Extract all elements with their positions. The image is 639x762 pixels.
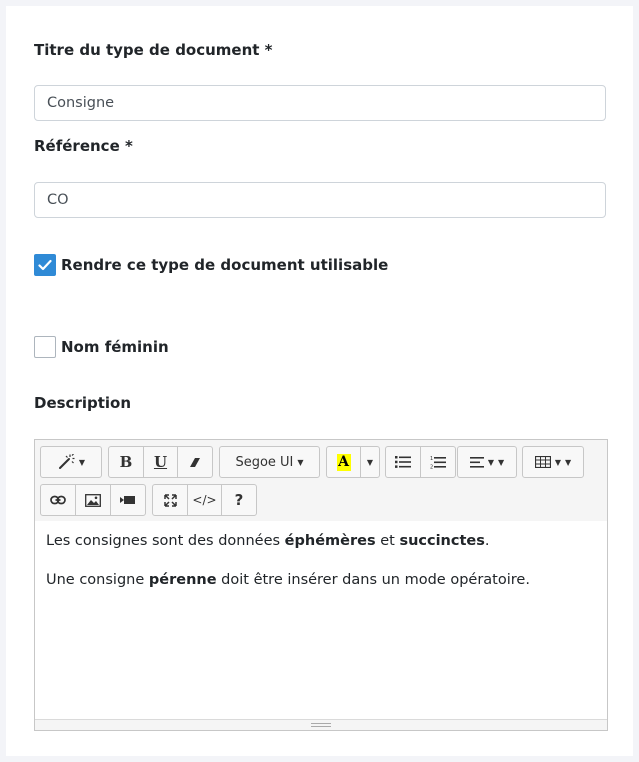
text-run: et [375, 533, 400, 549]
magic-wand-icon [58, 454, 75, 469]
chevron-down-icon: ▼ [565, 457, 572, 467]
editor-resize-handle[interactable] [35, 719, 607, 730]
text-run: . [484, 533, 490, 549]
bold-text: succinctes [399, 533, 485, 549]
check-icon [38, 259, 52, 271]
reference-input[interactable]: CO [34, 182, 606, 218]
text-color-button[interactable]: A [326, 446, 361, 478]
usable-label: Rendre ce type de document utilisable [61, 256, 389, 274]
font-family-dropdown[interactable]: Segoe UI ▼ [219, 446, 320, 478]
svg-text:2: 2 [430, 464, 433, 469]
help-button[interactable]: ? [221, 484, 257, 516]
chevron-down-icon: ▼ [297, 457, 304, 467]
chevron-down-icon: ▼ [366, 457, 374, 467]
video-icon [120, 496, 135, 504]
chevron-down-icon: ▼ [554, 457, 561, 467]
bold-text: pérenne [148, 572, 217, 588]
text-color-dropdown[interactable]: ▼ [360, 446, 380, 478]
insert-picture-button[interactable] [75, 484, 111, 516]
expand-icon [163, 493, 177, 507]
unordered-list-button[interactable] [385, 446, 421, 478]
reference-label: Référence * [34, 137, 133, 155]
editor-toolbar: ▼ B U Segoe UI ▼ A ▼ 1 2 ▼ ▼ ▼ ▼ </> ? [35, 440, 607, 521]
code-view-button[interactable]: </> [187, 484, 222, 516]
ordered-list-icon: 1 2 [430, 456, 446, 469]
title-input[interactable]: Consigne [34, 85, 606, 121]
svg-text:1: 1 [430, 456, 433, 462]
paragraph-align-dropdown[interactable]: ▼ ▼ [457, 446, 517, 478]
usable-checkbox-row[interactable]: Rendre ce type de document utilisable [34, 254, 388, 276]
underline-button[interactable]: U [143, 446, 178, 478]
insert-video-button[interactable] [110, 484, 146, 516]
usable-checkbox[interactable] [34, 254, 56, 276]
text-run: Une consigne [46, 572, 149, 588]
chevron-down-icon: ▼ [498, 457, 505, 467]
text-color-a-icon: A [336, 453, 351, 471]
rich-text-editor: ▼ B U Segoe UI ▼ A ▼ 1 2 ▼ ▼ ▼ ▼ </> ? L… [34, 439, 608, 731]
text-run: Les consignes sont des données [46, 533, 285, 549]
content-paragraph: Une consigne pérenne doit être insérer d… [46, 570, 596, 590]
document-type-form: Titre du type de document * Consigne Réf… [6, 6, 633, 756]
table-dropdown[interactable]: ▼ ▼ [522, 446, 584, 478]
style-button[interactable]: ▼ [40, 446, 102, 478]
title-label: Titre du type de document * [34, 41, 273, 59]
link-icon [50, 495, 66, 505]
picture-icon [85, 493, 101, 507]
insert-link-button[interactable] [40, 484, 76, 516]
chevron-down-icon: ▼ [487, 457, 494, 467]
bold-text: éphémères [284, 533, 376, 549]
feminine-label: Nom féminin [61, 338, 169, 356]
text-run: doit être insérer dans un mode opératoir… [216, 572, 530, 588]
fullscreen-button[interactable] [152, 484, 188, 516]
feminine-checkbox-row[interactable]: Nom féminin [34, 336, 169, 358]
clear-format-button[interactable] [177, 446, 213, 478]
align-left-icon [469, 456, 484, 468]
unordered-list-icon [395, 456, 411, 468]
bold-button[interactable]: B [108, 446, 144, 478]
description-label: Description [34, 394, 132, 412]
grip-icon [311, 723, 331, 727]
editor-content[interactable]: Les consignes sont des données éphémères… [46, 531, 596, 609]
chevron-down-icon: ▼ [78, 457, 86, 467]
font-family-label: Segoe UI [235, 454, 294, 470]
eraser-icon [190, 457, 200, 467]
table-icon [534, 456, 551, 468]
feminine-checkbox[interactable] [34, 336, 56, 358]
content-paragraph: Les consignes sont des données éphémères… [46, 531, 596, 551]
ordered-list-button[interactable]: 1 2 [420, 446, 456, 478]
